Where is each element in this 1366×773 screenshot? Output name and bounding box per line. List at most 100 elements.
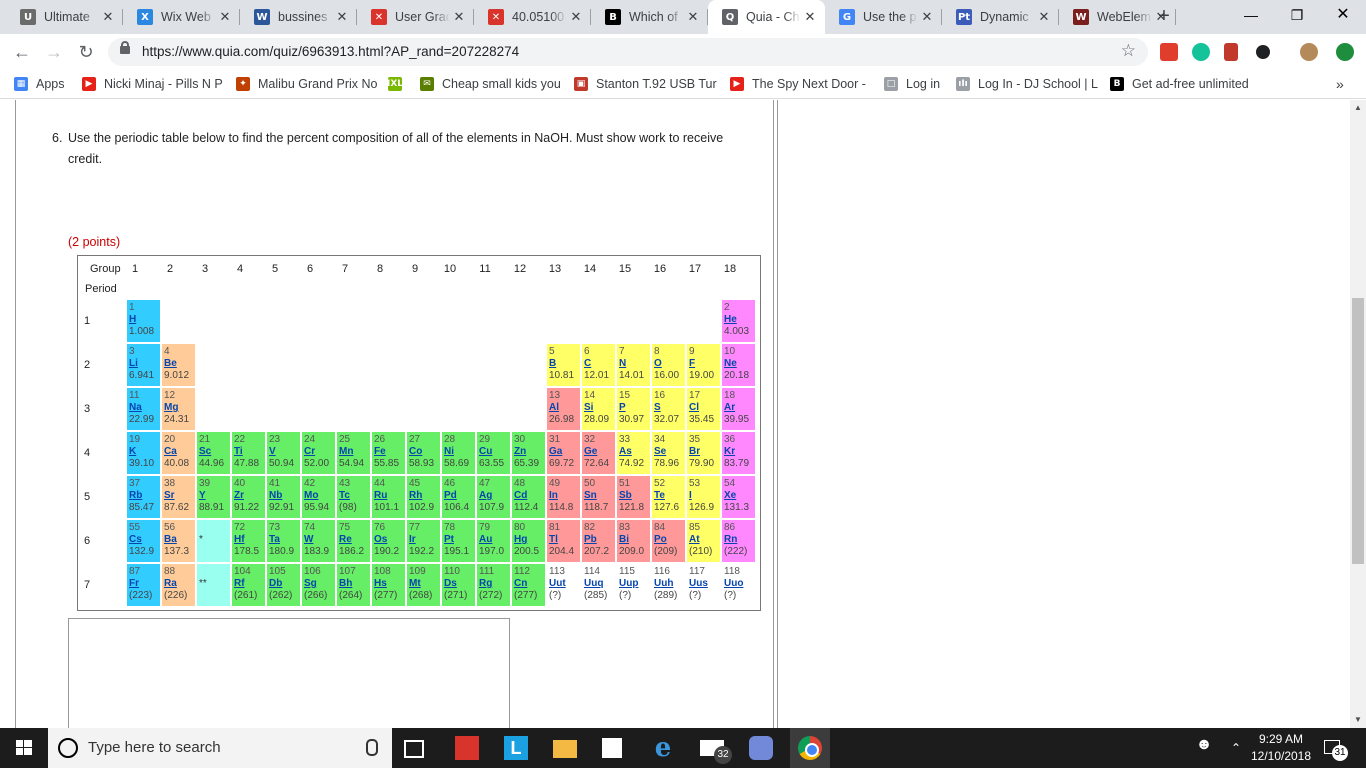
element-cell[interactable]: 4 Be 9.012: [162, 344, 195, 386]
profile-avatar[interactable]: [1300, 43, 1318, 61]
element-cell[interactable]: 12 Mg 24.31: [162, 388, 195, 430]
chrome-taskbar-button[interactable]: [790, 728, 830, 768]
element-symbol[interactable]: Cn: [514, 578, 545, 590]
mail-icon[interactable]: 32: [700, 740, 732, 764]
element-cell[interactable]: 7 N 14.01: [617, 344, 650, 386]
bookmark-item[interactable]: ▶ Nicki Minaj - Pills N P: [82, 75, 223, 93]
element-cell[interactable]: 79 Au 197.0: [477, 520, 510, 562]
tab-close-icon[interactable]: ✕: [918, 9, 936, 25]
browser-tab[interactable]: U Ultimate ✕: [6, 0, 123, 34]
element-cell[interactable]: 104 Rf (261): [232, 564, 265, 606]
element-symbol[interactable]: Pb: [584, 534, 615, 546]
microphone-icon[interactable]: [366, 739, 378, 756]
element-symbol[interactable]: As: [619, 446, 650, 458]
element-symbol[interactable]: V: [269, 446, 300, 458]
element-symbol[interactable]: Ar: [724, 402, 755, 414]
element-symbol[interactable]: Se: [654, 446, 685, 458]
element-symbol[interactable]: Nb: [269, 490, 300, 502]
element-cell[interactable]: 33 As 74.92: [617, 432, 650, 474]
element-symbol[interactable]: Sb: [619, 490, 650, 502]
element-cell[interactable]: 36 Kr 83.79: [722, 432, 755, 474]
element-symbol[interactable]: Xe: [724, 490, 755, 502]
element-symbol[interactable]: At: [689, 534, 720, 546]
reload-button[interactable]: ↻: [74, 40, 98, 64]
element-cell[interactable]: 44 Ru 101.1: [372, 476, 405, 518]
element-symbol[interactable]: Y: [199, 490, 230, 502]
element-cell[interactable]: 29 Cu 63.55: [477, 432, 510, 474]
element-cell[interactable]: 2 He 4.003: [722, 300, 755, 342]
element-cell[interactable]: 88 Ra (226): [162, 564, 195, 606]
file-explorer-icon[interactable]: [553, 740, 577, 758]
element-symbol[interactable]: Mo: [304, 490, 335, 502]
element-cell[interactable]: 80 Hg 200.5: [512, 520, 545, 562]
people-icon[interactable]: ☻: [1192, 736, 1216, 760]
extension-circle-icon[interactable]: [1256, 45, 1270, 59]
task-view-icon[interactable]: [404, 740, 424, 758]
element-cell[interactable]: 108 Hs (277): [372, 564, 405, 606]
element-symbol[interactable]: Ne: [724, 358, 755, 370]
element-cell[interactable]: 105 Db (262): [267, 564, 300, 606]
element-cell[interactable]: 86 Rn (222): [722, 520, 755, 562]
element-symbol[interactable]: Uup: [619, 578, 650, 590]
element-symbol[interactable]: Bi: [619, 534, 650, 546]
element-symbol[interactable]: Au: [479, 534, 510, 546]
app-l-icon[interactable]: L: [504, 736, 528, 760]
element-symbol[interactable]: N: [619, 358, 650, 370]
element-symbol[interactable]: Hg: [514, 534, 545, 546]
tab-close-icon[interactable]: ✕: [801, 9, 819, 25]
element-symbol[interactable]: Cl: [689, 402, 720, 414]
element-cell[interactable]: 40 Zr 91.22: [232, 476, 265, 518]
element-symbol[interactable]: Fr: [129, 578, 160, 590]
store-icon[interactable]: [602, 738, 622, 758]
scroll-thumb[interactable]: [1352, 298, 1364, 564]
browser-tab[interactable]: B Which of ✕: [591, 0, 708, 34]
page-scrollbar[interactable]: ▲ ▼: [1350, 100, 1366, 728]
element-symbol[interactable]: Te: [654, 490, 685, 502]
element-cell[interactable]: 41 Nb 92.91: [267, 476, 300, 518]
answer-textarea[interactable]: [68, 618, 510, 728]
element-symbol[interactable]: Ni: [444, 446, 475, 458]
element-cell[interactable]: 78 Pt 195.1: [442, 520, 475, 562]
element-cell[interactable]: 73 Ta 180.9: [267, 520, 300, 562]
element-symbol[interactable]: I: [689, 490, 720, 502]
element-cell[interactable]: 72 Hf 178.5: [232, 520, 265, 562]
element-cell[interactable]: 115 Uup (?): [617, 564, 650, 606]
element-cell[interactable]: 25 Mn 54.94: [337, 432, 370, 474]
element-cell[interactable]: 48 Cd 112.4: [512, 476, 545, 518]
element-symbol[interactable]: Cu: [479, 446, 510, 458]
element-symbol[interactable]: Rh: [409, 490, 440, 502]
element-symbol[interactable]: Br: [689, 446, 720, 458]
element-symbol[interactable]: Hs: [374, 578, 405, 590]
element-cell[interactable]: 5 B 10.81: [547, 344, 580, 386]
element-cell[interactable]: 110 Ds (271): [442, 564, 475, 606]
element-symbol[interactable]: Tl: [549, 534, 580, 546]
element-cell[interactable]: 75 Re 186.2: [337, 520, 370, 562]
element-cell[interactable]: 38 Sr 87.62: [162, 476, 195, 518]
element-symbol[interactable]: Ge: [584, 446, 615, 458]
tab-close-icon[interactable]: ✕: [684, 9, 702, 25]
element-symbol[interactable]: Al: [549, 402, 580, 414]
element-cell[interactable]: 15 P 30.97: [617, 388, 650, 430]
element-cell[interactable]: 14 Si 28.09: [582, 388, 615, 430]
element-cell[interactable]: 114 Uuq (285): [582, 564, 615, 606]
element-symbol[interactable]: Cr: [304, 446, 335, 458]
element-cell[interactable]: 118 Uuo (?): [722, 564, 755, 606]
element-symbol[interactable]: Be: [164, 358, 195, 370]
element-symbol[interactable]: Ru: [374, 490, 405, 502]
element-cell[interactable]: 11 Na 22.99: [127, 388, 160, 430]
element-cell[interactable]: 18 Ar 39.95: [722, 388, 755, 430]
element-cell[interactable]: 17 Cl 35.45: [687, 388, 720, 430]
element-cell[interactable]: 109 Mt (268): [407, 564, 440, 606]
element-symbol[interactable]: Rb: [129, 490, 160, 502]
element-cell[interactable]: 26 Fe 55.85: [372, 432, 405, 474]
bookmark-item[interactable]: IXL: [387, 75, 410, 93]
element-cell[interactable]: 111 Rg (272): [477, 564, 510, 606]
element-cell[interactable]: 107 Bh (264): [337, 564, 370, 606]
element-symbol[interactable]: Ga: [549, 446, 580, 458]
element-symbol[interactable]: Uuo: [724, 578, 755, 590]
element-symbol[interactable]: Sg: [304, 578, 335, 590]
url-text[interactable]: https://www.quia.com/quiz/6963913.html?A…: [142, 44, 519, 59]
element-symbol[interactable]: Db: [269, 578, 300, 590]
element-symbol[interactable]: Rn: [724, 534, 755, 546]
element-symbol[interactable]: P: [619, 402, 650, 414]
